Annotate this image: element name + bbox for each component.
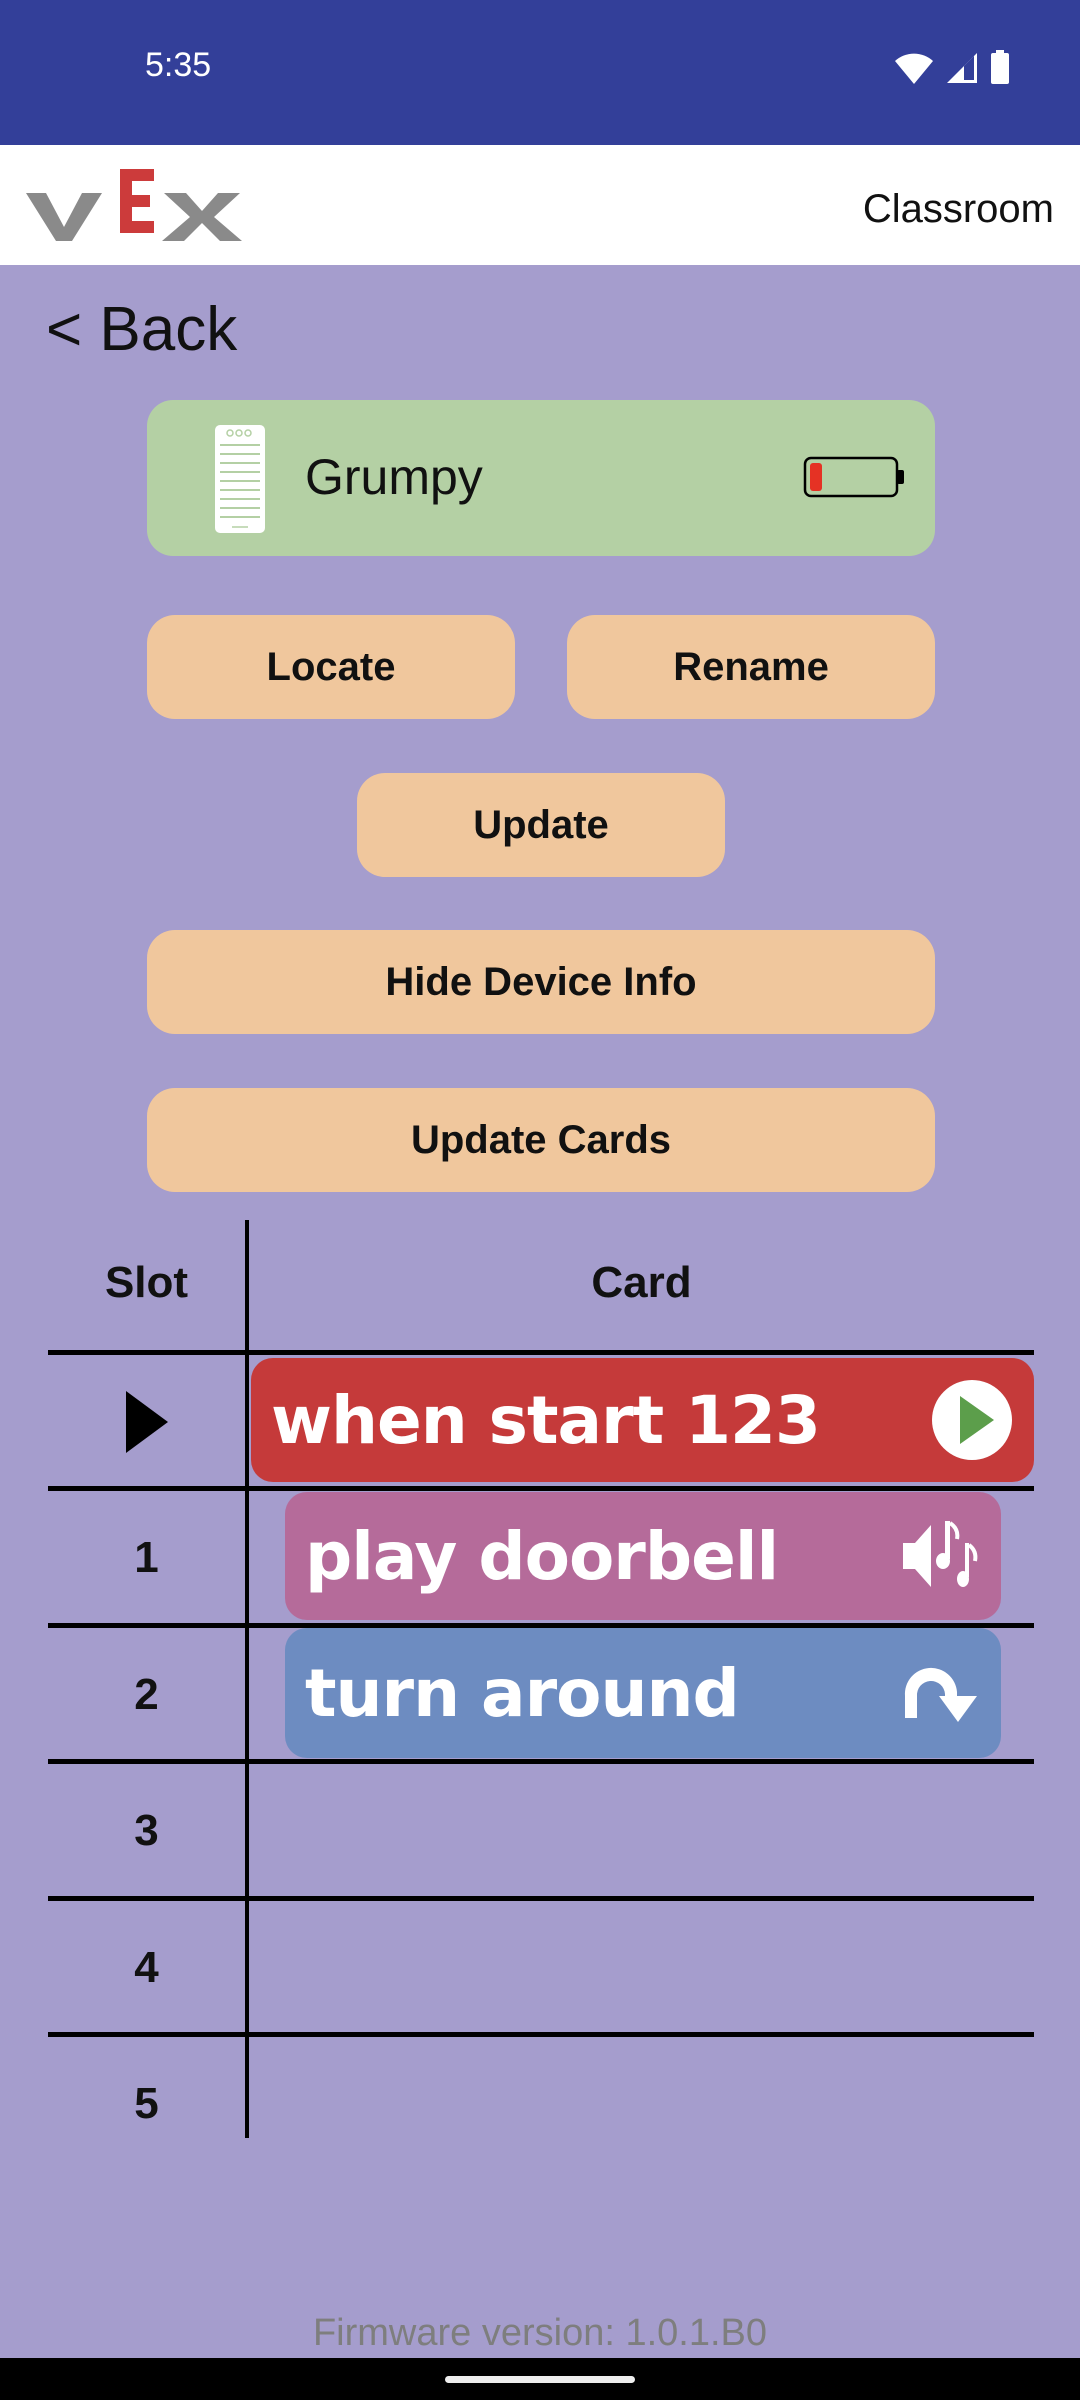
card-when-start[interactable]: when start 123 — [251, 1358, 1034, 1482]
cellular-signal-icon — [947, 53, 977, 83]
wifi-icon — [895, 53, 933, 84]
play-triangle-icon — [125, 1391, 168, 1453]
card-label: when start 123 — [271, 1381, 821, 1459]
status-bar: 5:35 — [0, 0, 1080, 145]
empty-card-slot-3[interactable] — [249, 1763, 1034, 1899]
vex-logo — [24, 165, 246, 250]
table-row-slot: 1 — [134, 1533, 159, 1582]
table-row-slot: 5 — [134, 2079, 159, 2128]
system-nav-bar — [0, 2358, 1080, 2400]
brain-device-icon — [215, 425, 265, 538]
rename-button[interactable]: Rename — [567, 615, 935, 719]
status-time: 5:35 — [145, 46, 212, 84]
empty-card-slot-5[interactable] — [249, 2036, 1034, 2138]
status-icons — [894, 50, 1010, 84]
card-turn-around[interactable]: turn around — [285, 1628, 1001, 1758]
card-play-doorbell[interactable]: play doorbell — [285, 1492, 1001, 1620]
table-row-slot — [48, 1354, 245, 1490]
battery-fill — [810, 463, 822, 491]
header-title: Classroom — [862, 187, 1054, 231]
table-row-slot: 2 — [134, 1670, 159, 1719]
update-button[interactable]: Update — [357, 773, 725, 877]
battery-icon — [991, 50, 1009, 84]
turn-around-icon — [901, 1660, 981, 1726]
table-row-slot: 3 — [134, 1806, 159, 1855]
hide-device-info-button[interactable]: Hide Device Info — [147, 930, 935, 1034]
device-name: Grumpy — [305, 449, 483, 505]
start-play-icon — [930, 1378, 1014, 1462]
app-header: Classroom — [0, 145, 1080, 265]
slot-card-table: Slot Card when start 123 1 play doorbell — [48, 1220, 1034, 2140]
locate-button[interactable]: Locate — [147, 615, 515, 719]
header-card: Card — [591, 1258, 692, 1307]
battery-level-icon — [803, 455, 907, 504]
header-slot: Slot — [104, 1258, 189, 1307]
back-link[interactable]: < Back — [46, 294, 237, 365]
update-cards-button[interactable]: Update Cards — [147, 1088, 935, 1192]
card-label: turn around — [305, 1654, 740, 1732]
card-label: play doorbell — [305, 1517, 779, 1595]
table-row-slot: 4 — [134, 1943, 159, 1992]
sound-note-icon — [901, 1521, 981, 1591]
firmware-version: Firmware version: 1.0.1.B0 — [312, 2312, 768, 2354]
home-gesture-handle[interactable] — [445, 2376, 635, 2383]
device-card[interactable]: Grumpy — [147, 400, 935, 556]
empty-card-slot-4[interactable] — [249, 1900, 1034, 2036]
